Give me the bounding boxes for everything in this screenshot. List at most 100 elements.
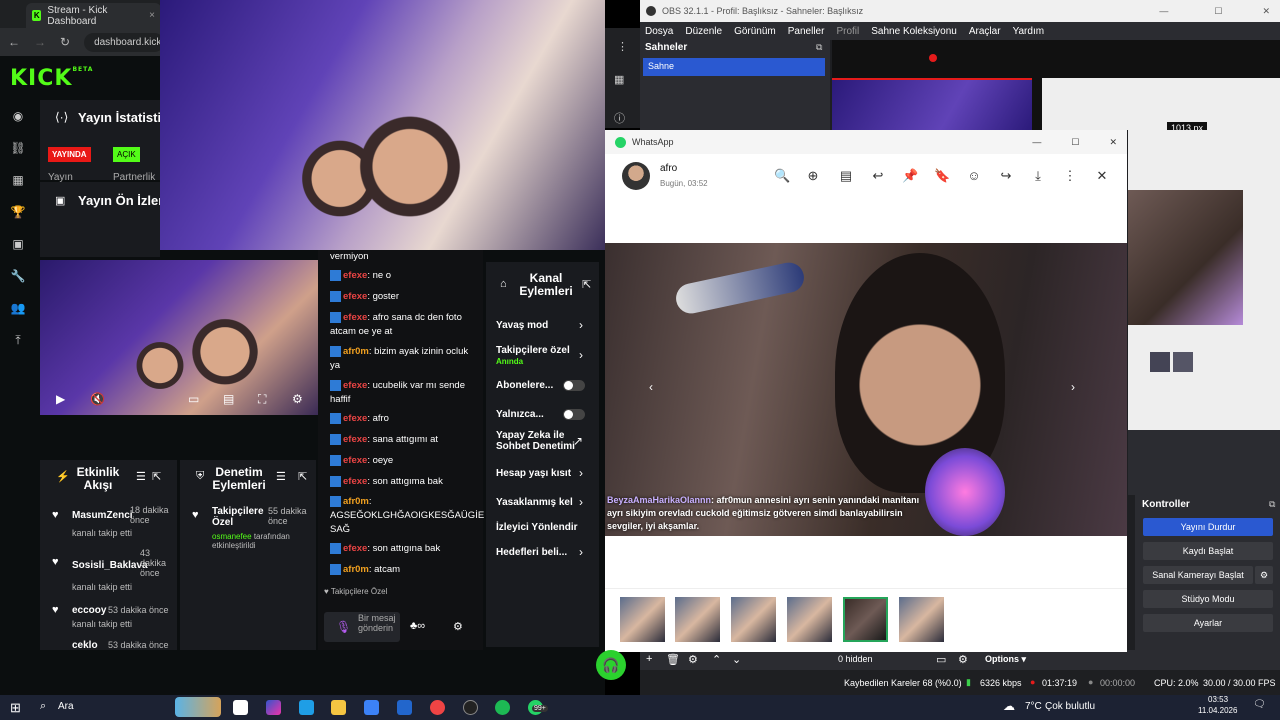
forward-icon[interactable]: → xyxy=(34,35,46,49)
chevron-right-icon[interactable]: › xyxy=(579,545,583,559)
ai-mod-label[interactable]: Yapay Zeka ile Sohbet Denetimi xyxy=(496,430,576,452)
emote-icon[interactable]: ♣∞ xyxy=(410,620,425,632)
settings-icon[interactable]: ⚙ xyxy=(292,392,303,406)
close-icon[interactable]: ✕ xyxy=(1262,6,1270,17)
thumbnail[interactable] xyxy=(731,597,776,642)
reply-icon[interactable]: ↩ xyxy=(870,168,886,184)
chrome-icon[interactable] xyxy=(430,700,445,715)
trash-icon[interactable]: 🗑 xyxy=(666,653,680,666)
stop-stream-button[interactable]: Yayını Durdur xyxy=(1143,518,1273,536)
store-icon[interactable] xyxy=(364,700,379,715)
maximize-icon[interactable]: ☐ xyxy=(1214,6,1222,17)
chat-user[interactable]: afr0m xyxy=(343,496,369,507)
popout-icon[interactable]: ⇱ xyxy=(298,470,307,483)
start-virtualcam-button[interactable]: Sanal Kamerayı Başlat xyxy=(1143,566,1253,584)
back-icon[interactable]: ← xyxy=(8,35,20,49)
mute-icon[interactable]: 🔇 xyxy=(90,392,105,406)
down-icon[interactable]: ⌄ xyxy=(732,653,741,666)
grid-icon[interactable]: ▦ xyxy=(614,73,624,86)
popout-icon[interactable]: ⇱ xyxy=(582,278,591,291)
minimize-icon[interactable]: — xyxy=(1159,6,1168,16)
vcam-settings-icon[interactable]: ⚙ xyxy=(1255,566,1273,584)
chat-user[interactable]: efexe xyxy=(343,270,367,281)
info-icon[interactable]: ⓘ xyxy=(614,110,625,126)
only-toggle[interactable] xyxy=(563,409,585,420)
dock-float-icon[interactable]: ⧉ xyxy=(816,42,822,53)
emoji-icon[interactable]: ☺ xyxy=(966,168,982,184)
thumbnail-selected[interactable] xyxy=(843,597,888,642)
mic-icon[interactable]: 🎙 xyxy=(336,620,351,634)
chevron-right-icon[interactable]: › xyxy=(579,318,583,332)
dock-float-icon[interactable]: ⧉ xyxy=(1269,499,1275,510)
search-highlight-image[interactable] xyxy=(175,697,221,717)
link-icon[interactable]: ⛓ xyxy=(10,140,26,156)
play-icon[interactable]: ▶ xyxy=(56,392,65,406)
maximize-icon[interactable]: ☐ xyxy=(1071,137,1079,148)
copilot-icon[interactable] xyxy=(266,700,281,715)
chat-icon[interactable]: ▤ xyxy=(838,168,854,184)
preview-source[interactable] xyxy=(832,80,1032,130)
stream-icon[interactable]: ◉ xyxy=(10,108,26,124)
banned-words-label[interactable]: Yasaklanmış kel xyxy=(496,497,573,508)
menu-icon[interactable]: ⋮ xyxy=(617,40,628,53)
more-icon[interactable]: ⋮ xyxy=(1062,168,1078,184)
reload-icon[interactable]: ↻ xyxy=(60,35,70,49)
pip-icon[interactable]: ▭ xyxy=(188,392,199,406)
tools-icon[interactable]: 🔧 xyxy=(10,268,26,284)
chat-user[interactable]: efexe xyxy=(343,455,367,466)
chat-input[interactable]: 🎙 Bir mesaj gönderin xyxy=(324,612,400,642)
forward-icon[interactable]: ↪ xyxy=(998,168,1014,184)
chat-user[interactable]: efexe xyxy=(343,312,367,323)
headset-icon[interactable]: 🎧 xyxy=(596,650,626,680)
filters-icon[interactable]: ⚙ xyxy=(958,653,968,666)
outlook-icon[interactable] xyxy=(397,700,412,715)
prev-arrow-icon[interactable]: ‹ xyxy=(649,380,653,394)
clock-date[interactable]: 11.04.2026 xyxy=(1198,706,1237,715)
task-view-icon[interactable] xyxy=(233,700,248,715)
users-icon[interactable]: 👥 xyxy=(10,300,26,316)
subscribers-toggle[interactable] xyxy=(563,380,585,391)
thumbnail[interactable] xyxy=(787,597,832,642)
chat-user[interactable]: afr0m xyxy=(343,346,369,357)
weather-icon[interactable]: ☁ xyxy=(1003,699,1015,713)
zoom-out-icon[interactable]: 🔍 xyxy=(774,168,790,184)
start-recording-button[interactable]: Kaydı Başlat xyxy=(1143,542,1273,560)
popout-icon[interactable]: ⇱ xyxy=(152,470,161,483)
slow-mode-label[interactable]: Yavaş mod xyxy=(496,320,548,331)
media-icon[interactable]: ▣ xyxy=(10,236,26,252)
menu-edit[interactable]: Düzenle xyxy=(685,26,722,37)
zoom-in-icon[interactable]: ⊕ xyxy=(805,168,821,184)
thumbnail[interactable] xyxy=(899,597,944,642)
taskbar-search[interactable]: Ara xyxy=(58,701,74,712)
chevron-right-icon[interactable]: › xyxy=(579,466,583,480)
account-age-label[interactable]: Hesap yaşı kısıt xyxy=(496,468,571,479)
filter-icon[interactable]: ☰ xyxy=(136,470,146,483)
explorer-icon[interactable] xyxy=(331,700,346,715)
theater-icon[interactable]: ▤ xyxy=(223,392,234,406)
next-arrow-icon[interactable]: › xyxy=(1071,380,1075,394)
options-dropdown[interactable]: Options ▾ xyxy=(985,654,1026,665)
chevron-right-icon[interactable]: › xyxy=(579,495,583,509)
chat-user[interactable]: afr0m xyxy=(343,564,369,575)
menu-view[interactable]: Görünüm xyxy=(734,26,776,37)
close-viewer-icon[interactable]: ✕ xyxy=(1094,168,1110,184)
menu-file[interactable]: Dosya xyxy=(645,26,673,37)
goals-label[interactable]: Hedefleri beli... xyxy=(496,547,567,558)
viewer-redirect-label[interactable]: İzleyici Yönlendir xyxy=(496,522,578,533)
followers-only-label[interactable]: Takipçilere özel xyxy=(496,345,570,356)
chat-settings-icon[interactable]: ⚙ xyxy=(453,620,463,633)
minimize-icon[interactable]: — xyxy=(1032,137,1041,147)
contact-avatar[interactable] xyxy=(622,162,650,190)
filter-icon[interactable]: ☰ xyxy=(276,470,286,483)
notification-icon[interactable]: 🗨 xyxy=(1253,699,1266,710)
layout-icon[interactable]: ▭ xyxy=(936,653,946,666)
chat-user[interactable]: efexe xyxy=(343,434,367,445)
menu-profile[interactable]: Profil xyxy=(836,26,859,37)
guide-handle[interactable] xyxy=(929,54,937,62)
bookmark-icon[interactable]: 🔖 xyxy=(934,168,950,184)
clock-time[interactable]: 03:53 xyxy=(1208,695,1228,704)
settings-button[interactable]: Ayarlar xyxy=(1143,614,1273,632)
fullscreen-icon[interactable]: ⛶ xyxy=(258,392,266,407)
menu-help[interactable]: Yardım xyxy=(1013,26,1045,37)
add-icon[interactable]: + xyxy=(646,653,652,665)
